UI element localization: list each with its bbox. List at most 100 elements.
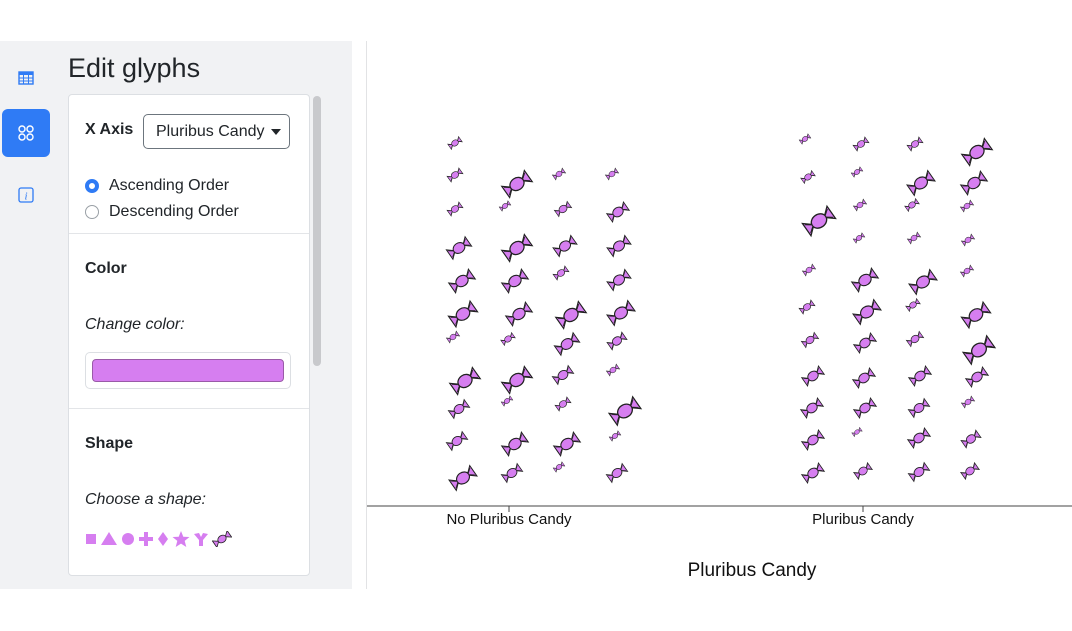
candy-glyph[interactable] bbox=[552, 167, 566, 181]
candy-glyph[interactable] bbox=[907, 231, 921, 245]
candy-glyph[interactable] bbox=[606, 331, 628, 351]
candy-glyph[interactable] bbox=[801, 429, 825, 451]
descending-order-radio[interactable]: Descending Order bbox=[85, 203, 239, 221]
candy-glyph[interactable] bbox=[851, 427, 863, 437]
candy-glyph[interactable] bbox=[445, 431, 469, 451]
candy-glyph[interactable] bbox=[552, 234, 578, 258]
candy-glyph[interactable] bbox=[608, 430, 622, 442]
candy-glyph[interactable] bbox=[851, 267, 879, 293]
candy-glyph[interactable] bbox=[906, 136, 924, 152]
square-icon[interactable] bbox=[85, 532, 97, 546]
candy-glyph[interactable] bbox=[608, 396, 642, 426]
candy-glyph[interactable] bbox=[555, 300, 587, 330]
candy-glyph[interactable] bbox=[904, 198, 920, 212]
candy-glyph[interactable] bbox=[961, 233, 975, 247]
candy-glyph[interactable] bbox=[553, 332, 581, 356]
candy-glyph[interactable] bbox=[801, 205, 837, 237]
x-axis-dropdown[interactable]: Pluribus Candy bbox=[143, 114, 290, 149]
candy-glyph[interactable] bbox=[551, 365, 575, 385]
plus-icon[interactable] bbox=[138, 531, 154, 547]
candy-glyph[interactable] bbox=[445, 236, 473, 260]
panel-scrollbar[interactable] bbox=[313, 96, 321, 366]
candy-glyph[interactable] bbox=[801, 365, 825, 387]
candy-glyph[interactable] bbox=[960, 170, 988, 196]
candy-glyph[interactable] bbox=[907, 398, 931, 418]
triangle-icon[interactable] bbox=[100, 532, 118, 546]
candy-glyph[interactable] bbox=[554, 200, 572, 218]
candy-glyph[interactable] bbox=[606, 363, 620, 377]
candy-glyph[interactable] bbox=[553, 431, 581, 457]
candy-glyph[interactable] bbox=[606, 300, 636, 326]
candy-glyph[interactable] bbox=[800, 170, 816, 184]
candy-glyph[interactable] bbox=[907, 462, 931, 482]
candy-glyph[interactable] bbox=[500, 463, 524, 483]
candy-glyph[interactable] bbox=[446, 330, 460, 344]
candy-glyph[interactable] bbox=[606, 201, 630, 223]
candy-glyph[interactable] bbox=[962, 335, 996, 365]
candy-glyph[interactable] bbox=[448, 268, 476, 294]
candy-glyph[interactable] bbox=[852, 367, 876, 389]
candy-glyph[interactable] bbox=[907, 427, 931, 449]
candy-glyph[interactable] bbox=[501, 268, 529, 294]
color-picker[interactable] bbox=[85, 352, 291, 389]
glyphs-view-button[interactable] bbox=[2, 109, 50, 157]
candy-glyph[interactable] bbox=[852, 232, 866, 244]
candy-glyph[interactable] bbox=[501, 169, 533, 199]
diamond-icon[interactable] bbox=[157, 531, 169, 547]
candy-glyph[interactable] bbox=[908, 269, 938, 295]
candy-glyph[interactable] bbox=[447, 300, 479, 328]
candy-glyph[interactable] bbox=[605, 463, 629, 483]
candy-glyph[interactable] bbox=[498, 200, 512, 212]
candy-glyph[interactable] bbox=[853, 332, 877, 354]
candy-glyph[interactable] bbox=[960, 264, 974, 278]
candy-glyph[interactable] bbox=[606, 268, 632, 292]
candy-glyph[interactable] bbox=[446, 167, 464, 183]
candy-glyph[interactable] bbox=[961, 395, 975, 409]
candy-glyph[interactable] bbox=[605, 167, 619, 181]
candy-glyph[interactable] bbox=[446, 201, 464, 217]
candy-glyph[interactable] bbox=[850, 166, 864, 178]
candy-glyph[interactable] bbox=[801, 331, 819, 349]
candy-glyph[interactable] bbox=[449, 366, 481, 396]
candy-glyph[interactable] bbox=[801, 462, 825, 484]
candy-glyph[interactable] bbox=[447, 136, 463, 150]
candy-glyph[interactable] bbox=[960, 199, 974, 213]
candy-glyph[interactable] bbox=[501, 233, 533, 263]
candy-glyph[interactable] bbox=[800, 397, 824, 419]
candy-glyph[interactable] bbox=[802, 263, 816, 277]
candy-glyph[interactable] bbox=[905, 298, 921, 312]
candy-glyph[interactable] bbox=[960, 301, 992, 329]
candy-glyph[interactable] bbox=[501, 365, 533, 395]
ascending-order-radio[interactable]: Ascending Order bbox=[85, 177, 229, 195]
candy-glyph[interactable] bbox=[505, 301, 533, 327]
candy-glyph[interactable] bbox=[960, 462, 980, 480]
candy-glyph[interactable] bbox=[552, 461, 566, 473]
candy-glyph[interactable] bbox=[906, 170, 936, 196]
table-view-button[interactable] bbox=[2, 54, 50, 102]
candy-glyph[interactable] bbox=[552, 265, 570, 281]
candy-glyph[interactable] bbox=[501, 431, 529, 457]
star-icon[interactable] bbox=[172, 531, 190, 547]
candy-glyph[interactable] bbox=[961, 137, 993, 167]
info-view-button[interactable]: i bbox=[2, 171, 50, 219]
candy-glyph[interactable] bbox=[908, 365, 932, 387]
candy-glyph[interactable] bbox=[965, 366, 989, 388]
candy-glyph[interactable] bbox=[606, 234, 632, 258]
candy-glyph[interactable] bbox=[798, 133, 812, 145]
candy-glyph[interactable] bbox=[852, 136, 870, 152]
candy-glyph[interactable] bbox=[500, 395, 514, 407]
candy-glyph[interactable] bbox=[500, 332, 516, 346]
candy-glyph[interactable] bbox=[906, 330, 924, 348]
candy-glyph[interactable] bbox=[448, 465, 478, 491]
candy-glyph[interactable] bbox=[853, 397, 877, 419]
candy-glyph[interactable] bbox=[853, 198, 867, 212]
candy-glyph[interactable] bbox=[852, 299, 882, 325]
candy-glyph[interactable] bbox=[554, 396, 572, 412]
candy-icon[interactable] bbox=[212, 531, 232, 547]
candy-glyph[interactable] bbox=[447, 399, 471, 419]
candy-glyph[interactable] bbox=[798, 299, 816, 315]
circle-icon[interactable] bbox=[121, 532, 135, 546]
candy-glyph[interactable] bbox=[960, 429, 982, 449]
candy-glyph[interactable] bbox=[853, 462, 873, 480]
y-shape-icon[interactable] bbox=[193, 531, 209, 547]
